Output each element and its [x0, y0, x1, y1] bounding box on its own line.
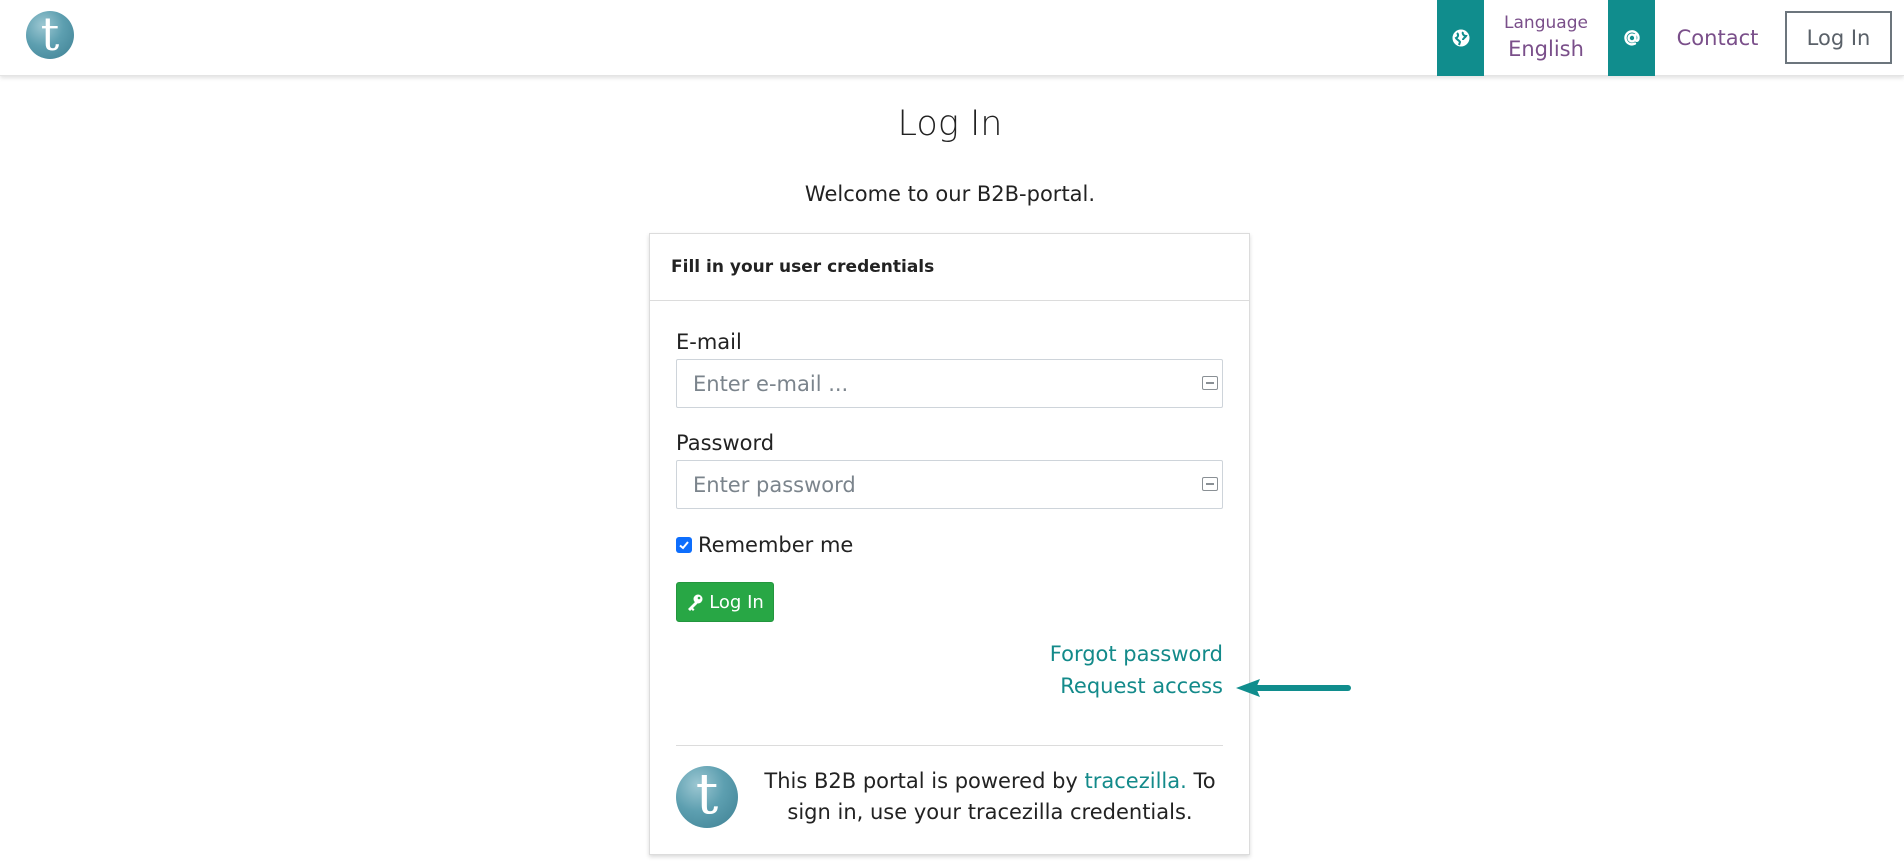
autofill-icon[interactable] — [1202, 477, 1218, 491]
at-sign-icon — [1623, 30, 1640, 46]
key-icon — [688, 594, 703, 611]
language-label: Language — [1504, 13, 1588, 33]
tracezilla-logo-letter: t — [695, 766, 719, 827]
nav-menu: Language English Contact Log In — [1437, 0, 1904, 76]
brand-logo-letter: t — [40, 11, 60, 59]
language-icon-box[interactable] — [1437, 0, 1484, 76]
contact-icon-box[interactable] — [1608, 0, 1655, 76]
check-icon — [679, 541, 689, 550]
login-submit-label: Log In — [709, 591, 764, 613]
language-value: English — [1508, 37, 1584, 61]
brand-logo[interactable]: t — [26, 11, 74, 59]
remember-me-checkbox[interactable] — [676, 537, 692, 553]
login-submit-button[interactable]: Log In — [676, 582, 774, 622]
card-divider — [676, 745, 1223, 746]
tracezilla-logo: t — [676, 766, 738, 828]
language-selector[interactable]: Language English — [1484, 0, 1608, 76]
arrow-left-icon — [1236, 679, 1351, 697]
remember-me-label: Remember me — [698, 533, 854, 557]
password-input[interactable] — [676, 460, 1223, 509]
remember-me-row[interactable]: Remember me — [676, 533, 853, 557]
welcome-text: Welcome to our B2B-portal. — [804, 182, 1096, 206]
page-title: Log In — [897, 104, 1003, 144]
top-navbar: t Language English Contact Log In — [0, 0, 1904, 76]
powered-by-text: This B2B portal is powered by tracezilla… — [750, 766, 1230, 828]
card-header: Fill in your user credentials — [650, 234, 1249, 301]
globe-icon — [1452, 29, 1469, 47]
request-access-link[interactable]: Request access — [1060, 674, 1223, 698]
tracezilla-link[interactable]: tracezilla. — [1085, 769, 1187, 793]
login-card: Fill in your user credentials E-mail Pas… — [649, 233, 1250, 855]
forgot-password-link[interactable]: Forgot password — [1050, 642, 1223, 666]
powered-by-prefix: This B2B portal is powered by — [764, 769, 1085, 793]
autofill-icon[interactable] — [1202, 376, 1218, 390]
email-input[interactable] — [676, 359, 1223, 408]
email-label: E-mail — [676, 330, 742, 354]
contact-link[interactable]: Contact — [1655, 0, 1780, 76]
header-login-button[interactable]: Log In — [1785, 11, 1892, 64]
password-label: Password — [676, 431, 775, 455]
